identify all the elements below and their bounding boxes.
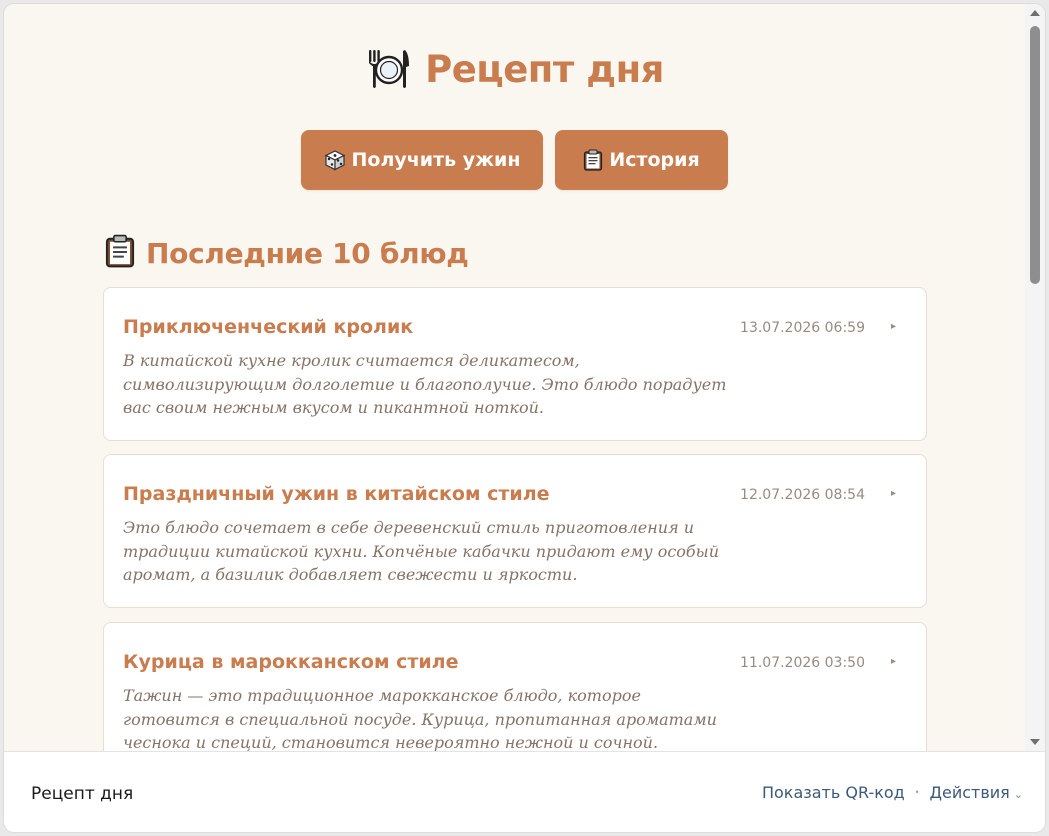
header: Рецепт дня — [4, 46, 1025, 92]
recipe-date: 11.07.2026 03:50 — [740, 655, 865, 671]
app-window: Рецепт дня Получить ужин История Последн… — [4, 4, 1045, 832]
recipe-title: Приключенческий кролик — [123, 316, 414, 338]
recipe-description: Это блюдо сочетает в себе деревенский ст… — [123, 518, 720, 584]
recipe-description: В китайской кухне кролик считается делик… — [123, 351, 727, 417]
recipe-title: Праздничный ужин в китайском стиле — [123, 483, 550, 505]
clipboard-icon — [583, 149, 603, 171]
dice-icon — [324, 149, 346, 171]
scroll-up-arrow-icon[interactable] — [1030, 10, 1040, 16]
actions-label: Действия — [929, 783, 1010, 802]
action-buttons: Получить ужин История — [4, 130, 1025, 190]
fork-plate-knife-icon — [365, 46, 411, 92]
clipboard-icon — [104, 234, 136, 272]
expand-arrow-icon[interactable]: ▸ — [891, 321, 896, 332]
chevron-down-icon: ⌄ — [1013, 788, 1023, 801]
recipe-card[interactable]: Курица в марокканском стиле Тажин — это … — [103, 622, 927, 751]
history-label: История — [609, 149, 700, 171]
footer-actions: Показать QR-код • Действия ⌄ — [762, 783, 1023, 802]
main-content: Рецепт дня Получить ужин История Последн… — [4, 4, 1025, 751]
scroll-down-arrow-icon[interactable] — [1030, 739, 1040, 745]
recipe-date: 13.07.2026 06:59 — [740, 320, 865, 336]
vertical-scrollbar[interactable] — [1025, 4, 1045, 751]
history-section-header: Последние 10 блюд — [104, 234, 469, 272]
recipe-date: 12.07.2026 08:54 — [740, 487, 865, 503]
show-qr-code-link[interactable]: Показать QR-код — [762, 783, 905, 802]
history-button[interactable]: История — [555, 130, 728, 190]
footer-bar: Рецепт дня Показать QR-код • Действия ⌄ — [4, 751, 1045, 832]
separator-dot: • — [914, 788, 920, 797]
page-title: Рецепт дня — [425, 47, 664, 91]
recipe-description: Тажин — это традиционное марокканское бл… — [123, 686, 717, 751]
get-dinner-button[interactable]: Получить ужин — [301, 130, 543, 190]
section-title: Последние 10 блюд — [146, 236, 469, 270]
scrollbar-thumb[interactable] — [1030, 26, 1040, 284]
recipe-card[interactable]: Приключенческий кролик В китайской кухне… — [103, 287, 927, 441]
actions-menu-button[interactable]: Действия ⌄ — [929, 783, 1023, 802]
expand-arrow-icon[interactable]: ▸ — [891, 488, 896, 499]
recipe-title: Курица в марокканском стиле — [123, 651, 459, 673]
expand-arrow-icon[interactable]: ▸ — [891, 656, 896, 667]
footer-app-name: Рецепт дня — [31, 784, 134, 804]
recipe-card[interactable]: Праздничный ужин в китайском стиле Это б… — [103, 454, 927, 608]
get-dinner-label: Получить ужин — [351, 149, 521, 171]
